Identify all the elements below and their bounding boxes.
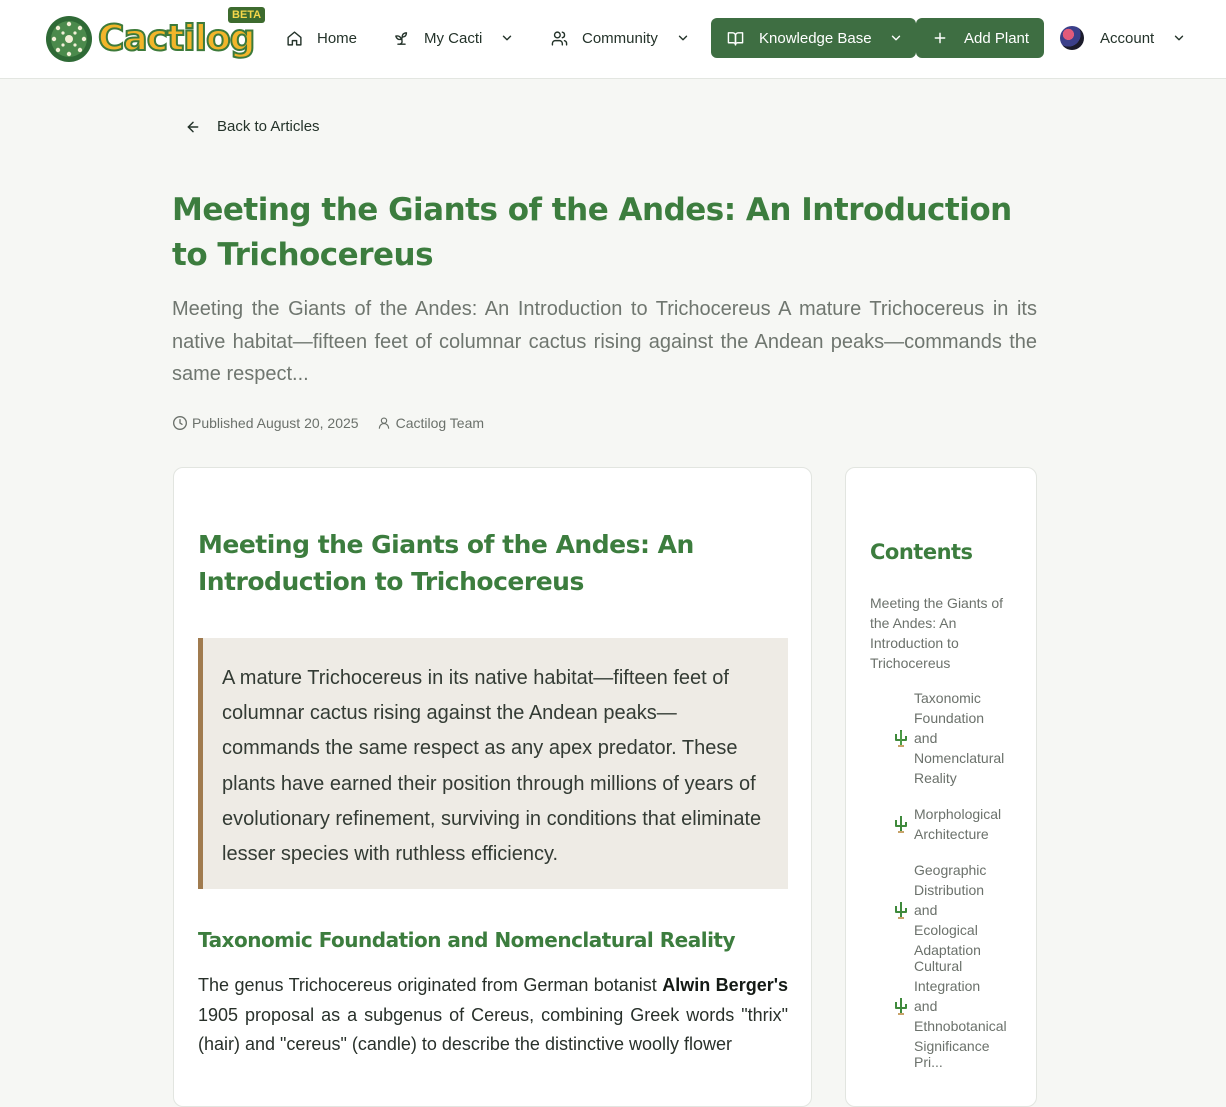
nav-home[interactable]: Home: [286, 26, 357, 50]
nav-account[interactable]: Account: [1100, 26, 1186, 50]
paragraph-text-continued: 1905 proposal as a subgenus of Cereus, c…: [198, 1004, 788, 1055]
brand-name: Cactilog: [97, 17, 256, 60]
nav-knowledge-base[interactable]: Knowledge Base: [711, 18, 916, 58]
toc-item[interactable]: Pri...: [888, 1052, 998, 1072]
add-plant-button[interactable]: Add Plant: [916, 18, 1044, 58]
plus-icon: [934, 32, 946, 44]
toc-item-label: Pri...: [914, 1054, 943, 1070]
toc-item-label: Morphological Architecture: [914, 806, 1002, 842]
nav-home-label: Home: [317, 29, 358, 47]
paragraph-bold-text: Alwin Berger's: [662, 975, 788, 995]
brand-logo[interactable]: Cactilog BETA: [44, 7, 266, 66]
chevron-down-icon: [503, 35, 512, 41]
chevron-down-icon: [891, 35, 900, 41]
author-name: Cactilog Team: [395, 415, 485, 431]
home-icon: [287, 30, 302, 46]
nav-community-label: Community: [582, 29, 658, 47]
page-title: Meeting the Giants of the Andes: An Intr…: [172, 192, 1012, 273]
nav-community[interactable]: Community: [551, 26, 690, 50]
article-meta: Published August 20, 2025 Cactilog Team: [172, 415, 484, 431]
arrow-left-icon: [187, 121, 199, 132]
article-title: Meeting the Giants of the Andes: An Intr…: [198, 530, 694, 596]
toc-item-label: Taxonomic Foundation and Nomenclatural R…: [914, 690, 1005, 786]
cactus-icon: [895, 816, 907, 833]
article-blockquote: A mature Trichocereus in its native habi…: [198, 638, 788, 889]
toc-item[interactable]: Geographic Distribution and Ecological A…: [888, 860, 998, 960]
nav-my-cacti[interactable]: My Cacti: [393, 26, 514, 50]
user-icon: [378, 417, 389, 429]
toc-item-main[interactable]: Meeting the Giants of the Andes: An Intr…: [870, 593, 1020, 673]
chevron-down-icon: [1175, 35, 1184, 41]
nav-account-label: Account: [1100, 29, 1155, 47]
section-heading: Taxonomic Foundation and Nomenclatural R…: [198, 928, 736, 952]
users-icon: [551, 30, 568, 46]
top-navigation: Cactilog BETA Home My Cacti Community Kn…: [0, 0, 1226, 79]
back-to-articles-link[interactable]: Back to Articles: [185, 118, 320, 135]
published-date: Published August 20, 2025: [192, 415, 359, 431]
cactus-badge-icon: [46, 16, 92, 62]
cactus-icon: [895, 730, 907, 747]
clock-icon: [173, 416, 187, 430]
toc-item[interactable]: Taxonomic Foundation and Nomenclatural R…: [888, 688, 1004, 788]
nav-knowledge-base-label: Knowledge Base: [759, 29, 872, 47]
add-plant-label: Add Plant: [964, 29, 1030, 47]
cactus-icon: [895, 902, 907, 919]
article-excerpt: Meeting the Giants of the Andes: An Intr…: [172, 298, 1037, 385]
article-card: Meeting the Giants of the Andes: An Intr…: [173, 467, 812, 1107]
avatar[interactable]: [1060, 26, 1084, 50]
chevron-down-icon: [678, 35, 688, 41]
back-label: Back to Articles: [217, 118, 320, 135]
toc-title: Contents: [870, 540, 973, 564]
sprout-icon: [395, 31, 408, 45]
toc-item[interactable]: Cultural Integration and Ethnobotanical …: [888, 956, 1007, 1056]
toc-item-label: Geographic Distribution and Ecological A…: [914, 862, 987, 958]
paragraph-text: The genus Trichocereus originated from G…: [198, 975, 663, 995]
article-paragraph: The genus Trichocereus originated from G…: [198, 971, 788, 1060]
table-of-contents: Contents Meeting the Giants of the Andes…: [845, 467, 1037, 1107]
book-icon: [727, 31, 744, 46]
beta-badge: BETA: [228, 7, 266, 23]
toc-item-label: Cultural Integration and Ethnobotanical …: [914, 958, 1007, 1054]
cactus-icon: [895, 998, 907, 1015]
nav-my-cacti-label: My Cacti: [424, 29, 483, 47]
toc-item[interactable]: Morphological Architecture: [888, 804, 1002, 844]
